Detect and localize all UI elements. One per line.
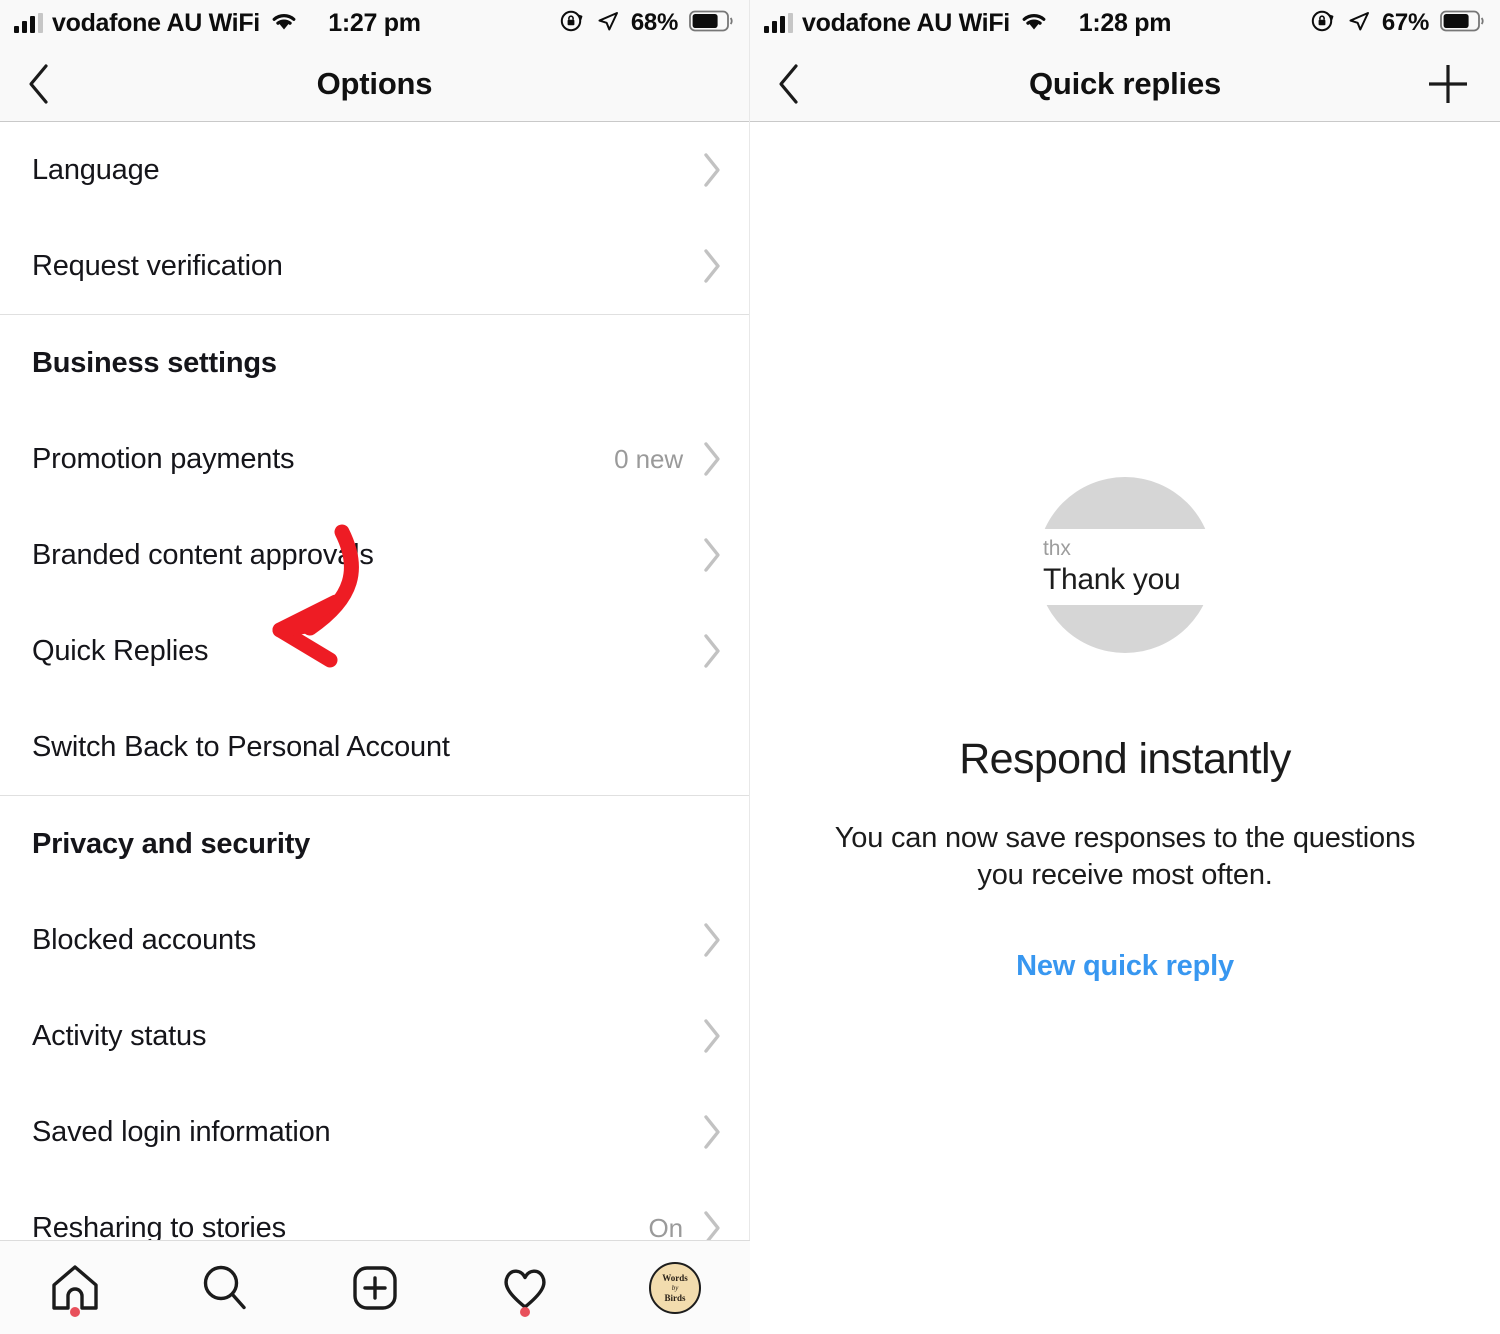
back-button[interactable] (26, 58, 70, 110)
list-item-value: On (648, 1212, 684, 1243)
chevron-right-icon (701, 1017, 723, 1055)
section-header-business-settings: Business settings (32, 346, 277, 379)
chevron-right-icon (701, 632, 723, 670)
list-item-label: Quick Replies (32, 634, 209, 667)
battery-icon (1440, 9, 1486, 38)
rotation-lock-icon (559, 8, 585, 39)
plus-square-icon (353, 1265, 397, 1310)
search-icon (203, 1265, 246, 1309)
dual-screenshot-container: vodafone AU WiFi 1:27 pm 68% Options Lan… (0, 0, 1500, 1334)
list-item-label: Branded content approvals (32, 538, 374, 571)
location-arrow-icon (1347, 9, 1371, 38)
quick-reply-illustration: thx Thank you (1021, 477, 1213, 653)
wifi-icon (269, 10, 299, 37)
clock-label: 1:27 pm (328, 8, 421, 37)
page-title: Options (316, 65, 433, 101)
list-item-quick-replies[interactable]: Quick Replies (0, 603, 749, 699)
avatar: Words by Birds (649, 1261, 701, 1314)
section-header-privacy-and-security: Privacy and security (32, 827, 311, 860)
list-item-promotion-payments[interactable]: Promotion payments 0 new (0, 411, 749, 507)
list-item-branded-content-approvals[interactable]: Branded content approvals (0, 507, 749, 603)
wifi-icon (1019, 10, 1049, 37)
battery-percent-label: 68% (630, 9, 678, 36)
tab-activity[interactable] (450, 1241, 600, 1334)
status-bar-right-group: 67% (1310, 8, 1486, 39)
chevron-right-icon (701, 151, 723, 189)
bottom-tab-bar: Words by Birds (0, 1240, 750, 1334)
list-item-label: Language (32, 153, 160, 186)
list-item-label: Switch Back to Personal Account (32, 730, 450, 763)
status-bar-right-group: 68% (559, 8, 735, 39)
illustration-message: Thank you (1043, 563, 1181, 597)
battery-icon (689, 9, 735, 38)
location-arrow-icon (596, 9, 620, 38)
list-item-label: Saved login information (32, 1115, 331, 1148)
activity-badge-dot (520, 1306, 530, 1317)
list-item-saved-login-information[interactable]: Saved login information (0, 1084, 749, 1180)
back-button[interactable] (776, 58, 820, 110)
chevron-right-icon (701, 921, 723, 959)
tab-home[interactable] (0, 1241, 150, 1334)
illustration-keyword: thx (1043, 536, 1071, 560)
list-item-value: 0 new (614, 443, 683, 474)
options-list: Language Request verification Business s… (0, 122, 749, 1276)
nav-bar-quick-replies: Quick replies (750, 46, 1500, 122)
nav-bar-options: Options (0, 46, 749, 122)
status-bar-left: vodafone AU WiFi 1:27 pm 68% (0, 0, 749, 46)
battery-percent-label: 67% (1381, 9, 1429, 36)
avatar-line-2: by (671, 1283, 679, 1292)
list-item-label: Activity status (32, 1019, 207, 1052)
screen-options: vodafone AU WiFi 1:27 pm 68% Options Lan… (0, 0, 750, 1334)
empty-state-title: Respond instantly (959, 735, 1291, 783)
status-bar-left-group: vodafone AU WiFi (764, 10, 1049, 37)
page-title: Quick replies (1028, 65, 1222, 101)
chevron-right-icon (701, 247, 723, 285)
avatar-line-1: Words (662, 1272, 688, 1283)
clock-label: 1:28 pm (1078, 8, 1172, 37)
empty-state: thx Thank you Respond instantly You can … (750, 122, 1500, 983)
tab-profile[interactable]: Words by Birds (600, 1241, 750, 1334)
list-item-blocked-accounts[interactable]: Blocked accounts (0, 892, 749, 988)
list-item-switch-back-to-personal-account[interactable]: Switch Back to Personal Account (0, 699, 749, 795)
chevron-left-icon (779, 63, 798, 104)
chevron-right-icon (701, 536, 723, 574)
list-item-language[interactable]: Language (0, 122, 749, 218)
list-item-label: Blocked accounts (32, 923, 257, 956)
add-quick-reply-button[interactable] (1422, 58, 1474, 110)
cellular-bars-icon (14, 13, 43, 33)
tab-create[interactable] (300, 1241, 450, 1334)
illustration-card: thx Thank you (1021, 529, 1213, 605)
plus-icon (1429, 64, 1467, 103)
screen-quick-replies: vodafone AU WiFi 1:28 pm 67% Quick repli… (750, 0, 1500, 1334)
carrier-label: vodafone AU WiFi (52, 8, 260, 37)
status-bar-right: vodafone AU WiFi 1:28 pm 67% (750, 0, 1500, 46)
carrier-label: vodafone AU WiFi (802, 8, 1010, 37)
list-item-activity-status[interactable]: Activity status (0, 988, 749, 1084)
tab-search[interactable] (150, 1241, 300, 1334)
chevron-right-icon (701, 440, 723, 478)
status-bar-left-group: vodafone AU WiFi (14, 10, 299, 37)
home-badge-dot (70, 1306, 80, 1317)
chevron-right-icon (701, 1113, 723, 1151)
avatar-line-3: Birds (664, 1292, 686, 1303)
cellular-bars-icon (764, 13, 793, 33)
list-item-request-verification[interactable]: Request verification (0, 218, 749, 314)
rotation-lock-icon (1310, 8, 1336, 39)
chevron-left-icon (29, 63, 48, 104)
list-item-label: Request verification (32, 249, 283, 282)
new-quick-reply-link[interactable]: New quick reply (1016, 950, 1234, 983)
empty-state-body: You can now save responses to the questi… (834, 822, 1416, 892)
list-item-label: Promotion payments (32, 442, 295, 475)
